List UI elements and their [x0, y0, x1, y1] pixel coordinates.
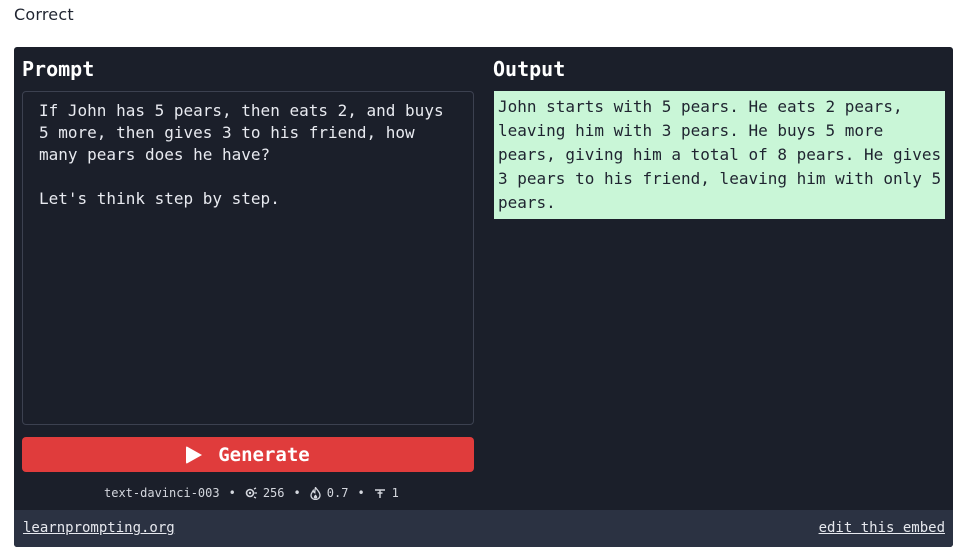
- play-icon: [186, 445, 203, 464]
- prompt-title: Prompt: [22, 57, 95, 81]
- flame-icon: [310, 486, 321, 500]
- separator-dot: •: [228, 486, 236, 500]
- edit-embed-link[interactable]: edit this embed: [819, 520, 945, 536]
- output-text: John starts with 5 pears. He eats 2 pear…: [498, 97, 942, 212]
- learnprompting-link[interactable]: learnprompting.org: [23, 520, 175, 536]
- model-settings: text-davinci-003 • 256 • 0.7 • 1: [104, 485, 399, 501]
- top-p-value: 1: [391, 486, 399, 500]
- generate-label: Generate: [218, 443, 310, 466]
- separator-dot: •: [357, 486, 365, 500]
- output-title: Output: [493, 57, 566, 81]
- temperature-value: 0.7: [326, 486, 349, 500]
- output-box: John starts with 5 pears. He eats 2 pear…: [494, 91, 945, 219]
- top-p-icon: [374, 487, 386, 499]
- generate-button[interactable]: Generate: [22, 437, 474, 472]
- embed-footer: learnprompting.org edit this embed: [14, 510, 953, 547]
- max-tokens-value: 256: [262, 486, 285, 500]
- separator-dot: •: [293, 486, 301, 500]
- prompt-embed: Prompt Output If John has 5 pears, then …: [14, 47, 953, 547]
- status-heading: Correct: [14, 5, 74, 24]
- prompt-text: If John has 5 pears, then eats 2, and bu…: [39, 101, 444, 208]
- prompt-textarea[interactable]: If John has 5 pears, then eats 2, and bu…: [22, 91, 474, 425]
- model-name: text-davinci-003: [104, 486, 220, 500]
- tokens-icon: [245, 487, 257, 499]
